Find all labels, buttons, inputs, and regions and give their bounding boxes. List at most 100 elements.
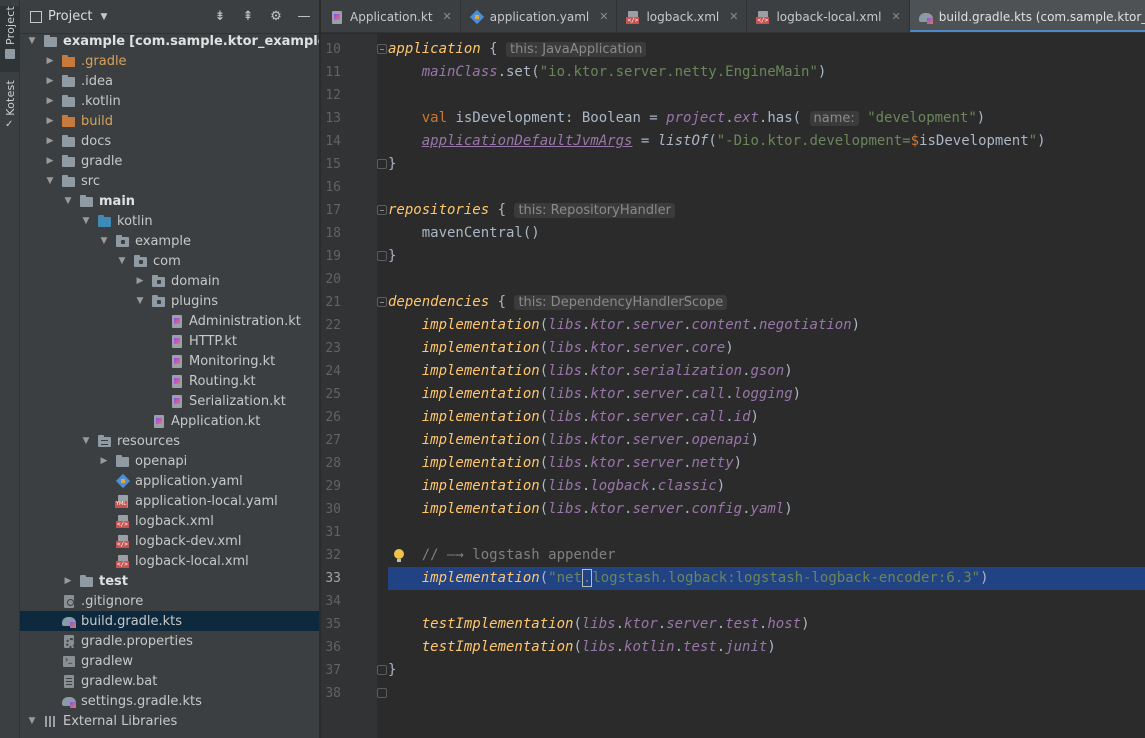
code-line[interactable]: implementation("net.logstash.logback:log…	[388, 567, 1145, 590]
chevron-right-icon[interactable]: ▶	[44, 156, 56, 166]
project-tool-tab[interactable]: Project	[0, 6, 20, 72]
code-line[interactable]: implementation(libs.ktor.server.openapi)	[388, 429, 1145, 452]
close-icon[interactable]: ✕	[891, 10, 900, 23]
code-line[interactable]: }	[388, 245, 1145, 268]
tree-item[interactable]: ▼ kotlin	[20, 211, 319, 231]
tree-item[interactable]: Application.kt	[20, 411, 319, 431]
tree-item[interactable]: Routing.kt	[20, 371, 319, 391]
chevron-right-icon[interactable]: ▶	[98, 456, 110, 466]
tree-item[interactable]: logback-local.xml	[20, 551, 319, 571]
code-line[interactable]	[388, 268, 1145, 291]
tree-item[interactable]: settings.gradle.kts	[20, 691, 319, 711]
editor-tab[interactable]: logback.xml ✕	[617, 0, 748, 32]
tree-item[interactable]: ▼ plugins	[20, 291, 319, 311]
tree-item[interactable]: application-local.yaml	[20, 491, 319, 511]
close-icon[interactable]: ✕	[599, 10, 608, 23]
tree-item[interactable]: build.gradle.kts	[20, 611, 319, 631]
code-line[interactable]: implementation(libs.ktor.serialization.g…	[388, 360, 1145, 383]
minimize-icon[interactable]: —	[297, 9, 311, 24]
tree-item[interactable]: gradlew.bat	[20, 671, 319, 691]
code-line[interactable]: }	[388, 659, 1145, 682]
code-editor[interactable]: 10 11 12 13 14 15 16 17 18 19 20 21 22 23 24 25 26 27 28 29…	[321, 34, 1145, 738]
chevron-right-icon[interactable]: ▶	[44, 96, 56, 106]
chevron-down-icon[interactable]: ▼	[116, 256, 128, 266]
chevron-right-icon[interactable]: ▶	[44, 136, 56, 146]
tree-item[interactable]: ▶ domain	[20, 271, 319, 291]
code-line[interactable]: implementation(libs.ktor.server.config.y…	[388, 498, 1145, 521]
code-line[interactable]: val isDevelopment: Boolean = project.ext…	[388, 107, 1145, 130]
fold-marker-icon[interactable]	[377, 205, 387, 215]
code-line[interactable]: implementation(libs.ktor.server.content.…	[388, 314, 1145, 337]
code-line[interactable]	[388, 590, 1145, 613]
code-line[interactable]: implementation(libs.ktor.server.core)	[388, 337, 1145, 360]
tree-item[interactable]: ▶ docs	[20, 131, 319, 151]
code-line[interactable]: mainClass.set("io.ktor.server.netty.Engi…	[388, 61, 1145, 84]
code-line[interactable]: implementation(libs.ktor.server.netty)	[388, 452, 1145, 475]
tree-item[interactable]: ▶ .gradle	[20, 51, 319, 71]
tree-item[interactable]: ▼ External Libraries	[20, 711, 319, 731]
code-line[interactable]	[388, 84, 1145, 107]
tree-item[interactable]: logback.xml	[20, 511, 319, 531]
fold-marker-icon[interactable]	[377, 297, 387, 307]
tree-item[interactable]: ▶ openapi	[20, 451, 319, 471]
code-line[interactable]: testImplementation(libs.ktor.server.test…	[388, 613, 1145, 636]
chevron-down-icon[interactable]: ▼	[26, 716, 38, 726]
tree-item[interactable]: logback-dev.xml	[20, 531, 319, 551]
tree-item[interactable]: ▶ build	[20, 111, 319, 131]
code-line[interactable]: }	[388, 153, 1145, 176]
code-line[interactable]: // —→ logstash appender	[388, 544, 1145, 567]
expand-all-icon[interactable]: ⇟	[213, 9, 227, 24]
chevron-down-icon[interactable]: ▼	[100, 12, 107, 22]
editor-tab[interactable]: build.gradle.kts (com.sample.ktor_exampl…	[909, 0, 1145, 32]
tree-item[interactable]: ▼ com	[20, 251, 319, 271]
fold-marker-icon[interactable]	[377, 251, 387, 261]
chevron-down-icon[interactable]: ▼	[98, 236, 110, 246]
lightbulb-icon[interactable]	[393, 549, 405, 563]
close-icon[interactable]: ✕	[443, 10, 452, 23]
tree-item[interactable]: gradle.properties	[20, 631, 319, 651]
fold-marker-icon[interactable]	[377, 159, 387, 169]
code-line[interactable]: implementation(libs.logback.classic)	[388, 475, 1145, 498]
code-line[interactable]: implementation(libs.ktor.server.call.id)	[388, 406, 1145, 429]
chevron-right-icon[interactable]: ▶	[62, 576, 74, 586]
tree-item[interactable]: ▼ src	[20, 171, 319, 191]
code-line[interactable]: repositories { this: RepositoryHandler	[388, 199, 1145, 222]
code-line[interactable]: implementation(libs.ktor.server.call.log…	[388, 383, 1145, 406]
code-line[interactable]: mavenCentral()	[388, 222, 1145, 245]
fold-marker-icon[interactable]	[377, 688, 387, 698]
tree-item[interactable]: ▶ .kotlin	[20, 91, 319, 111]
tree-item[interactable]: ▼ main	[20, 191, 319, 211]
chevron-right-icon[interactable]: ▶	[44, 76, 56, 86]
tree-item[interactable]: Administration.kt	[20, 311, 319, 331]
fold-marker-icon[interactable]	[377, 44, 387, 54]
code-line[interactable]: dependencies { this: DependencyHandlerSc…	[388, 291, 1145, 314]
tree-item[interactable]: application.yaml	[20, 471, 319, 491]
gear-icon[interactable]: ⚙	[269, 9, 283, 24]
code-line[interactable]	[388, 682, 1145, 705]
tree-item[interactable]: Serialization.kt	[20, 391, 319, 411]
tree-item[interactable]: ▼example[com.sample.ktor_example]~/s	[20, 31, 319, 51]
chevron-right-icon[interactable]: ▶	[44, 56, 56, 66]
tree-item[interactable]: ▼ example	[20, 231, 319, 251]
tree-item[interactable]: Monitoring.kt	[20, 351, 319, 371]
tree-item[interactable]: ▶ .idea	[20, 71, 319, 91]
code-line[interactable]	[388, 176, 1145, 199]
project-panel-title[interactable]: Project	[48, 9, 92, 24]
tree-item[interactable]: .gitignore	[20, 591, 319, 611]
code-line[interactable]: applicationDefaultJvmArgs = listOf("-Dio…	[388, 130, 1145, 153]
tree-item[interactable]: ▶ gradle	[20, 151, 319, 171]
kotest-tool-tab[interactable]: Kotest ✓	[0, 80, 20, 140]
chevron-down-icon[interactable]: ▼	[134, 296, 146, 306]
tree-item[interactable]: gradlew	[20, 651, 319, 671]
code-line[interactable]: testImplementation(libs.kotlin.test.juni…	[388, 636, 1145, 659]
tree-item[interactable]: ▶ test	[20, 571, 319, 591]
editor-tab[interactable]: application.yaml ✕	[461, 0, 618, 32]
chevron-down-icon[interactable]: ▼	[62, 196, 74, 206]
code-line[interactable]: application { this: JavaApplication	[388, 38, 1145, 61]
editor-tab[interactable]: Application.kt ✕	[321, 0, 461, 32]
editor-tab[interactable]: logback-local.xml ✕	[747, 0, 910, 32]
fold-marker-icon[interactable]	[377, 665, 387, 675]
collapse-all-icon[interactable]: ⇞	[241, 9, 255, 24]
chevron-down-icon[interactable]: ▼	[80, 216, 92, 226]
chevron-down-icon[interactable]: ▼	[44, 176, 56, 186]
